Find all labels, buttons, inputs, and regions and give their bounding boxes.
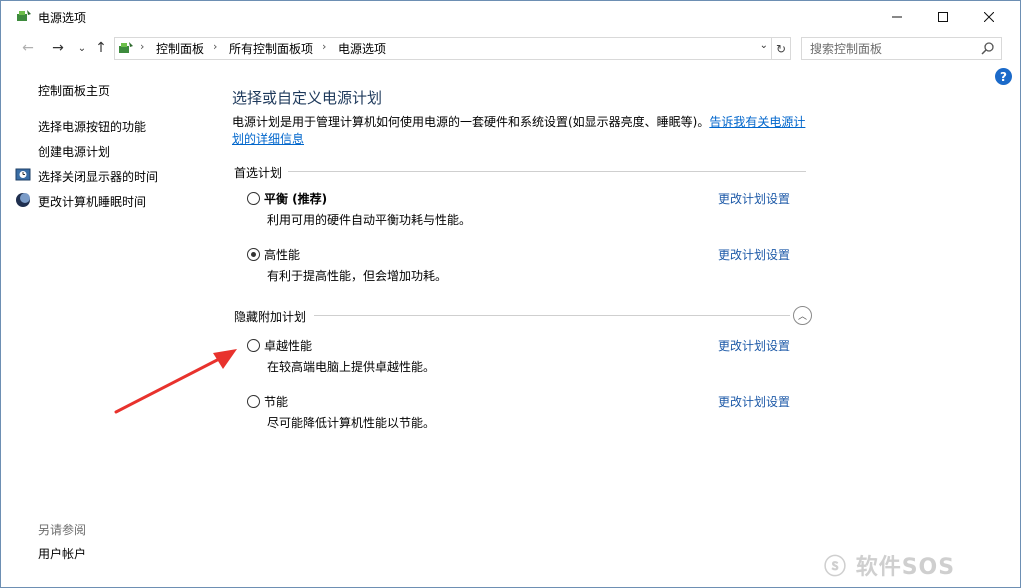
page-title: 选择或自定义电源计划 [232, 89, 383, 107]
title-bar: 电源选项 [1, 1, 1020, 32]
back-arrow-icon: ← [22, 40, 34, 56]
high-performance-radio[interactable] [247, 248, 260, 261]
change-plan-settings-link[interactable]: 更改计划设置 [718, 246, 790, 263]
breadcrumb-separator-icon: › [140, 40, 145, 53]
search-box[interactable]: 搜索控制面板 [801, 37, 1002, 60]
breadcrumb-power-options[interactable]: 电源选项 [338, 40, 386, 57]
forward-button[interactable]: → [48, 37, 68, 59]
navigation-bar: ← → ⌄ ↑ › 控制面板 › 所有控制面板项 › 电源选项 ⌄ ↻ 搜索控制… [1, 33, 1020, 63]
divider [288, 171, 806, 172]
main-content: 选择或自定义电源计划 电源计划是用于管理计算机如何使用电源的一套硬件和系统设置(… [232, 63, 932, 563]
plan-name: 节能 [264, 395, 289, 409]
collapse-hidden-plans-button[interactable]: ︿ [793, 306, 812, 325]
recent-locations-button[interactable]: ⌄ [72, 37, 92, 59]
power-options-window: 电源选项 ← → ⌄ ↑ › 控制面板 › 所有控制面板项 › 电源选项 ⌄ ↻… [0, 0, 1021, 588]
change-plan-settings-link[interactable]: 更改计划设置 [718, 393, 790, 410]
refresh-button[interactable]: ↻ [771, 37, 791, 60]
watermark-mark: ⓢ [824, 555, 848, 580]
up-button[interactable]: ↑ [91, 37, 111, 59]
search-placeholder: 搜索控制面板 [810, 42, 883, 56]
sidebar-item-user-accounts[interactable]: 用户帐户 [38, 545, 86, 562]
address-bar[interactable]: › 控制面板 › 所有控制面板项 › 电源选项 ⌄ [114, 37, 772, 60]
change-plan-settings-link[interactable]: 更改计划设置 [718, 337, 790, 354]
plan-ultimate-performance[interactable]: 卓越性能 在较高端电脑上提供卓越性能。 更改计划设置 [247, 337, 807, 374]
up-arrow-icon: ↑ [95, 40, 107, 56]
back-button[interactable]: ← [18, 37, 38, 59]
maximize-icon [938, 11, 948, 22]
plan-description: 在较高端电脑上提供卓越性能。 [267, 360, 436, 374]
ultimate-performance-radio[interactable] [247, 339, 260, 352]
maximize-button[interactable] [920, 1, 966, 32]
description-text: 电源计划是用于管理计算机如何使用电源的一套硬件和系统设置(如显示器亮度、睡眠等)… [232, 115, 710, 129]
window-title: 电源选项 [38, 11, 87, 25]
power-saver-radio[interactable] [247, 395, 260, 408]
plan-high-performance[interactable]: 高性能 有利于提高性能，但会增加功耗。 更改计划设置 [247, 246, 807, 283]
close-button[interactable] [966, 1, 1012, 32]
help-button[interactable]: ? [995, 68, 1012, 85]
power-options-app-icon [17, 10, 31, 21]
plan-name: 卓越性能 [264, 339, 313, 353]
plan-name: 高性能 [264, 248, 301, 262]
control-panel-icon [119, 42, 133, 53]
annotation-arrow-icon [114, 349, 237, 414]
balanced-radio[interactable] [247, 192, 260, 205]
minimize-icon [892, 16, 902, 17]
plan-name: 平衡 (推荐) [264, 192, 328, 206]
search-icon [981, 42, 994, 55]
watermark-logo: ⓢ 软件SOS [824, 549, 955, 581]
sidebar-item-create-plan[interactable]: 创建电源计划 [38, 143, 110, 160]
forward-arrow-icon: → [52, 40, 64, 56]
chevron-up-icon: ︿ [797, 312, 807, 322]
breadcrumb-separator-icon: › [322, 40, 327, 53]
breadcrumb-separator-icon: › [213, 40, 218, 53]
sleep-moon-icon [16, 193, 30, 207]
hidden-plans-header: 隐藏附加计划 [234, 310, 307, 324]
breadcrumb-all-items[interactable]: 所有控制面板项 [229, 40, 313, 57]
sidebar-item-control-panel-home[interactable]: 控制面板主页 [38, 82, 110, 99]
plan-power-saver[interactable]: 节能 尽可能降低计算机性能以节能。 更改计划设置 [247, 393, 807, 430]
plan-description: 利用可用的硬件自动平衡功耗与性能。 [267, 213, 472, 227]
sidebar: 控制面板主页 选择电源按钮的功能 创建电源计划 选择关闭显示器的时间 更改计算机… [1, 63, 201, 583]
close-icon [984, 11, 994, 22]
divider [314, 315, 790, 316]
plan-description: 尽可能降低计算机性能以节能。 [267, 416, 436, 430]
sidebar-item-display-off[interactable]: 选择关闭显示器的时间 [38, 168, 158, 185]
preferred-plans-header: 首选计划 [234, 166, 283, 180]
page-description: 电源计划是用于管理计算机如何使用电源的一套硬件和系统设置(如显示器亮度、睡眠等)… [232, 114, 812, 148]
plan-description: 有利于提高性能，但会增加功耗。 [267, 269, 448, 283]
change-plan-settings-link[interactable]: 更改计划设置 [718, 190, 790, 207]
watermark-text: 软件SOS [855, 555, 956, 580]
address-dropdown-icon[interactable]: ⌄ [760, 40, 768, 51]
help-icon: ? [1000, 69, 1007, 84]
breadcrumb-control-panel[interactable]: 控制面板 [156, 40, 204, 57]
display-clock-icon [15, 168, 31, 181]
minimize-button[interactable] [874, 1, 920, 32]
chevron-down-icon: ⌄ [77, 42, 87, 54]
sidebar-item-power-button[interactable]: 选择电源按钮的功能 [38, 118, 146, 135]
refresh-icon: ↻ [775, 41, 787, 56]
see-also-heading: 另请参阅 [38, 523, 87, 537]
plan-balanced[interactable]: 平衡 (推荐) 利用可用的硬件自动平衡功耗与性能。 更改计划设置 [247, 190, 807, 227]
sidebar-item-sleep-time[interactable]: 更改计算机睡眠时间 [38, 193, 146, 210]
